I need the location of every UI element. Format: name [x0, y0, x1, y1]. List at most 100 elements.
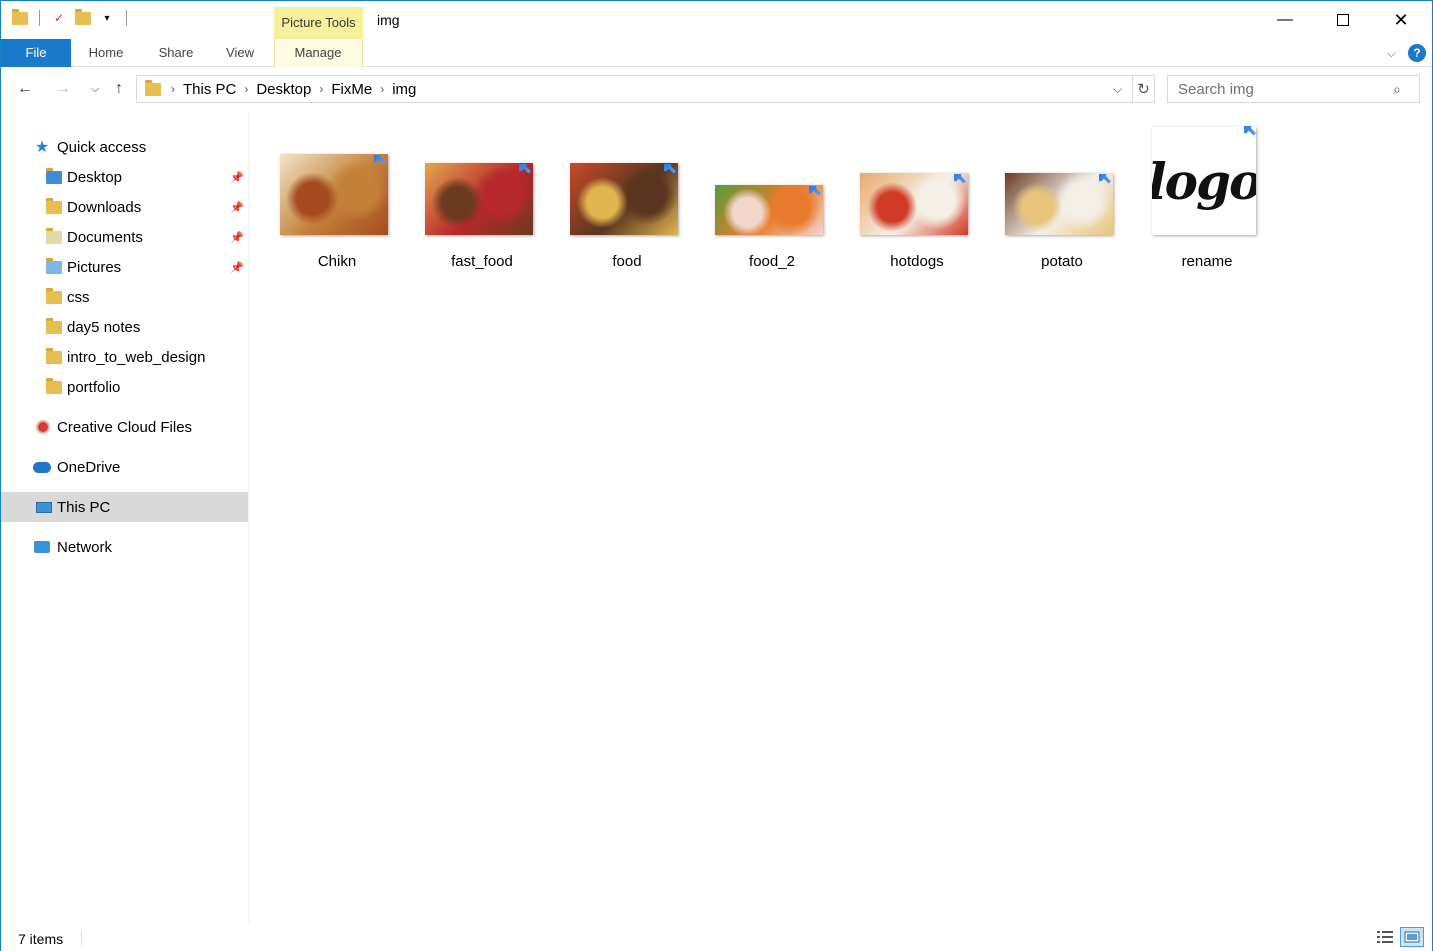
file-name: rename [1181, 253, 1233, 270]
file-item-food[interactable]: food [562, 119, 692, 279]
file-name: food_2 [749, 253, 795, 270]
chevron-right-icon[interactable]: › [380, 82, 384, 96]
shortcut-arrow-icon [517, 162, 533, 178]
file-name: Chikn [317, 253, 357, 270]
folder-icon [45, 317, 63, 335]
sidebar-item-label: This PC [57, 498, 111, 516]
help-icon[interactable]: ? [1408, 44, 1426, 62]
recent-locations-chevron-icon[interactable]: ⌵ [85, 79, 105, 99]
folder-icon [45, 287, 63, 305]
sidebar-item-portfolio[interactable]: portfolio [1, 372, 248, 402]
navigation-pane: ★ Quick access Desktop 📌 Downloads 📌 Doc… [1, 111, 249, 923]
folder-icon [45, 377, 63, 395]
file-item-food-2[interactable]: food_2 [707, 119, 837, 279]
creative-cloud-icon [34, 419, 52, 435]
shortcut-arrow-icon [952, 172, 968, 188]
breadcrumb-desktop[interactable]: Desktop [256, 81, 311, 98]
downloads-folder-icon [45, 197, 63, 215]
sidebar-item-label: day5 notes [67, 318, 141, 336]
pin-icon[interactable]: 📌 [230, 231, 244, 244]
address-bar[interactable]: › This PC › Desktop › FixMe › img [136, 75, 1133, 103]
star-icon: ★ [34, 139, 50, 156]
file-name: fast_food [451, 253, 513, 270]
sidebar-item-downloads[interactable]: Downloads 📌 [1, 192, 248, 222]
file-name: hotdogs [890, 253, 944, 270]
file-item-fast-food[interactable]: fast_food [417, 119, 547, 279]
refresh-icon[interactable]: ↻ [1133, 75, 1155, 103]
new-folder-icon[interactable] [74, 8, 92, 27]
sidebar-item-day5-notes[interactable]: day5 notes [1, 312, 248, 342]
tab-file[interactable]: File [1, 39, 71, 67]
sidebar-item-desktop[interactable]: Desktop 📌 [1, 162, 248, 192]
tab-home[interactable]: Home [79, 39, 133, 67]
breadcrumb-this-pc[interactable]: This PC [183, 81, 236, 98]
tab-view[interactable]: View [217, 39, 263, 67]
quick-access-toolbar: ✓ ▾ [11, 8, 131, 27]
details-view-icon[interactable] [1373, 927, 1397, 947]
item-count: 7 items [18, 931, 64, 947]
address-row: ← → ⌵ ↑ › This PC › Desktop › FixMe › im… [1, 68, 1432, 110]
sidebar-item-documents[interactable]: Documents 📌 [1, 222, 248, 252]
file-item-chikn[interactable]: Chikn [272, 119, 402, 279]
sidebar-item-label: portfolio [67, 378, 121, 396]
explorer-folder-icon[interactable] [11, 8, 29, 27]
pin-icon[interactable]: 📌 [230, 171, 244, 184]
file-thumbnail: logo [1152, 127, 1256, 235]
chevron-right-icon[interactable]: › [319, 82, 323, 96]
close-icon: ✕ [1393, 9, 1409, 30]
pin-icon[interactable]: 📌 [230, 201, 244, 214]
tab-share[interactable]: Share [149, 39, 203, 67]
qat-divider [39, 10, 40, 26]
sidebar-item-this-pc[interactable]: This PC [1, 492, 248, 522]
status-divider [81, 931, 82, 945]
title-bar: ✓ ▾ Picture Tools img — ✕ [1, 1, 1432, 39]
maximize-button[interactable] [1314, 1, 1372, 39]
minimize-button[interactable]: — [1256, 1, 1314, 39]
breadcrumb-fixme[interactable]: FixMe [331, 81, 372, 98]
large-icons-view-icon[interactable] [1400, 927, 1424, 947]
shortcut-arrow-icon [662, 162, 678, 178]
breadcrumb-img[interactable]: img [392, 81, 416, 98]
tab-manage[interactable]: Manage [278, 39, 358, 67]
close-button[interactable]: ✕ [1372, 1, 1430, 39]
sidebar-item-label: Downloads [67, 198, 142, 216]
sidebar-item-label: Documents [67, 228, 143, 246]
maximize-icon [1337, 14, 1349, 26]
file-name: food [612, 253, 642, 270]
forward-arrow-icon[interactable]: → [53, 79, 73, 99]
chevron-right-icon[interactable]: › [171, 82, 175, 96]
computer-icon [35, 499, 53, 515]
sidebar-item-label: Network [57, 538, 113, 556]
file-name: potato [1041, 253, 1083, 270]
folder-icon [45, 347, 63, 365]
sidebar-item-label: css [67, 288, 90, 306]
logo-image-text: logo [1152, 151, 1256, 211]
up-arrow-icon[interactable]: ↑ [109, 79, 129, 99]
onedrive-icon [33, 459, 51, 475]
sidebar-item-pictures[interactable]: Pictures 📌 [1, 252, 248, 282]
address-dropdown-icon[interactable]: ⌵ [1113, 82, 1122, 97]
back-arrow-icon[interactable]: ← [15, 79, 35, 99]
file-item-hotdogs[interactable]: hotdogs [852, 119, 982, 279]
expand-ribbon-chevron-icon[interactable]: ⌵ [1387, 46, 1396, 61]
file-list-view: Chikn fast_food food food_2 hotdogs pota… [251, 111, 1431, 923]
sidebar-item-onedrive[interactable]: OneDrive [1, 452, 248, 482]
address-folder-icon [145, 79, 161, 96]
search-icon[interactable]: ⌕ [1393, 81, 1401, 98]
qat-divider [126, 10, 127, 26]
sidebar-item-css[interactable]: css [1, 282, 248, 312]
sidebar-item-quick-access[interactable]: ★ Quick access [1, 132, 248, 162]
pin-icon[interactable]: 📌 [230, 261, 244, 274]
chevron-right-icon[interactable]: › [244, 82, 248, 96]
customize-qat-dropdown-icon[interactable]: ▾ [98, 9, 116, 27]
properties-check-icon[interactable]: ✓ [50, 9, 68, 27]
shortcut-arrow-icon [372, 153, 388, 169]
shortcut-arrow-icon [1242, 124, 1258, 140]
search-input[interactable] [1167, 75, 1420, 103]
file-item-rename[interactable]: logo rename [1142, 119, 1272, 279]
network-icon [33, 539, 51, 555]
file-item-potato[interactable]: potato [997, 119, 1127, 279]
sidebar-item-intro-to-web-design[interactable]: intro_to_web_design [1, 342, 248, 372]
sidebar-item-creative-cloud-files[interactable]: Creative Cloud Files [1, 412, 248, 442]
sidebar-item-network[interactable]: Network [1, 532, 248, 562]
